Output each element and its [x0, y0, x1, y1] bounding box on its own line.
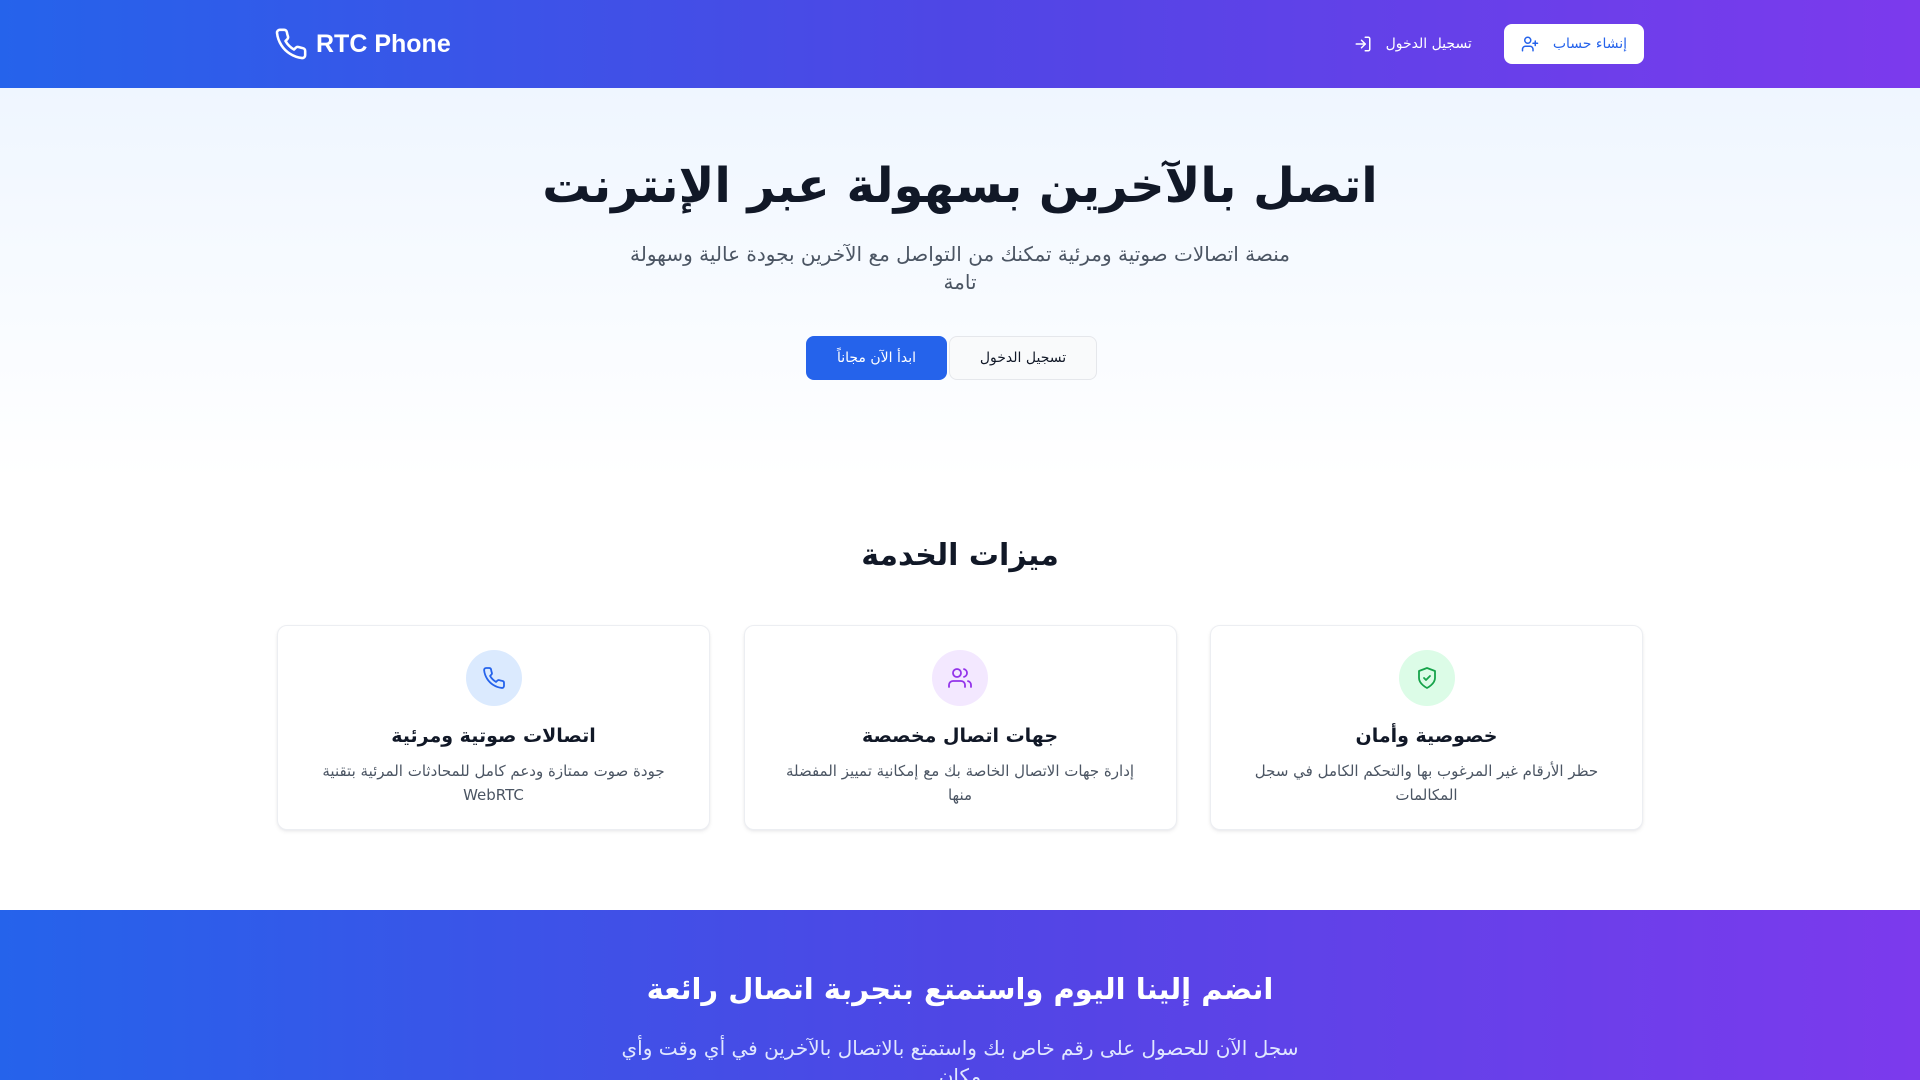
top-navbar: RTC Phone تسجيل الدخول إنشاء حساب [0, 0, 1920, 88]
feature-card-privacy: خصوصية وأمان حظر الأرقام غير المرغوب بها… [1210, 625, 1643, 830]
features-cards: اتصالات صوتية ومرئية جودة صوت ممتازة ودع… [277, 625, 1643, 830]
cta-section: انضم إلينا اليوم واستمتع بتجربة اتصال را… [0, 910, 1920, 1080]
header-login-label: تسجيل الدخول [1385, 36, 1472, 52]
feature-icon-circle [1398, 650, 1455, 706]
hero-login-button[interactable]: تسجيل الدخول [949, 336, 1097, 380]
feature-card-contacts: جهات اتصال مخصصة إدارة جهات الاتصال الخا… [743, 625, 1177, 830]
feature-description: حظر الأرقام غير المرغوب بها والتحكم الكا… [1254, 762, 1599, 804]
header-signup-label: إنشاء حساب [1552, 36, 1627, 52]
start-free-button[interactable]: ابدأ الآن مجاناً [806, 336, 947, 380]
feature-icon-circle [465, 650, 522, 706]
features-title: ميزات الخدمة [861, 538, 1059, 573]
phone-icon [275, 28, 307, 60]
hero-title: اتصل بالآخرين بسهولة عبر الإنترنت [542, 158, 1378, 214]
header-nav: تسجيل الدخول إنشاء حساب [1354, 24, 1644, 64]
feature-description: جودة صوت ممتازة ودعم كامل للمحادثات المر… [322, 762, 665, 804]
cta-text: سجل الآن للحصول على رقم خاص بك واستمتع ب… [621, 1036, 1299, 1080]
cta-title: انضم إلينا اليوم واستمتع بتجربة اتصال را… [646, 972, 1274, 1006]
brand-logo[interactable]: RTC Phone [274, 26, 451, 62]
feature-title: اتصالات صوتية ومرئية [391, 725, 596, 747]
login-icon [1355, 36, 1371, 52]
feature-title: جهات اتصال مخصصة [861, 725, 1059, 747]
header-login-link[interactable]: تسجيل الدخول [1354, 35, 1472, 53]
feature-card-calls: اتصالات صوتية ومرئية جودة صوت ممتازة ودع… [277, 625, 710, 830]
users-icon [948, 668, 972, 688]
shield-check-icon [1417, 667, 1436, 689]
feature-icon-circle [932, 650, 988, 706]
phone-icon [482, 667, 505, 689]
hero-subtitle: منصة اتصالات صوتية ومرئية تمكنك من التوا… [630, 242, 1290, 294]
user-plus-icon [1521, 36, 1539, 52]
feature-title: خصوصية وأمان [1355, 725, 1498, 747]
hero-section: اتصل بالآخرين بسهولة عبر الإنترنت منصة ا… [0, 88, 1920, 480]
feature-description: إدارة جهات الاتصال الخاصة بك مع إمكانية … [785, 762, 1135, 804]
brand-name: RTC Phone [316, 29, 451, 58]
hero-buttons: ابدأ الآن مجاناً تسجيل الدخول [806, 336, 1097, 380]
header-signup-button[interactable]: إنشاء حساب [1503, 24, 1644, 64]
